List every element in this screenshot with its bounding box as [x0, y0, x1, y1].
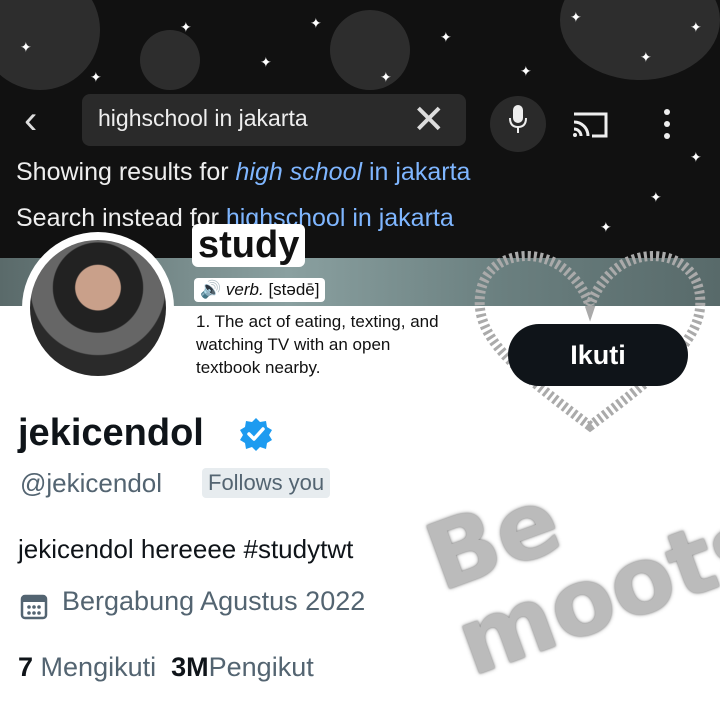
- mic-icon[interactable]: [509, 105, 527, 135]
- following-label[interactable]: Mengikuti: [41, 652, 157, 682]
- sparkle-decoration: ✦: [180, 19, 192, 35]
- clear-icon[interactable]: ✕: [412, 100, 446, 140]
- sticker-pos: 🔊 verb. [stədē]: [194, 278, 326, 302]
- follow-button[interactable]: Ikuti: [508, 324, 688, 386]
- cast-icon[interactable]: [570, 110, 610, 140]
- sparkle-decoration: ✦: [260, 54, 272, 70]
- join-date: Bergabung Agustus 2022: [62, 586, 366, 616]
- more-icon[interactable]: [660, 104, 674, 144]
- sticker-pos-label: verb.: [225, 280, 264, 299]
- corrected-query-link[interactable]: high school: [236, 158, 362, 186]
- sparkle-decoration: ✦: [690, 149, 702, 165]
- sparkle-decoration: ✦: [570, 9, 582, 25]
- sticker-definition: 1. The act of eating, texting, and watch…: [188, 306, 462, 383]
- search-input[interactable]: highschool in jakarta: [98, 105, 308, 132]
- bokeh-decoration: [140, 30, 200, 90]
- speaker-icon: 🔊: [200, 280, 222, 299]
- corrected-query-suffix[interactable]: in jakarta: [362, 158, 470, 186]
- sticker-word: study: [192, 224, 306, 267]
- sparkle-decoration: ✦: [310, 15, 322, 31]
- bokeh-decoration: [0, 0, 100, 90]
- sparkle-decoration: ✦: [520, 63, 532, 79]
- sparkle-decoration: ✦: [440, 29, 452, 45]
- sparkle-decoration: ✦: [640, 49, 652, 65]
- profile-bio: jekicendol hereeee #studytwt: [18, 534, 354, 564]
- back-icon[interactable]: ‹: [24, 98, 64, 142]
- showing-prefix: Showing results for: [16, 158, 236, 186]
- sparkle-decoration: ✦: [380, 69, 392, 85]
- followers-count[interactable]: 3M: [171, 652, 209, 682]
- avatar-photo: [30, 240, 166, 376]
- sparkle-decoration: ✦: [20, 39, 32, 55]
- sparkle-decoration: ✦: [650, 189, 662, 205]
- verified-icon: [240, 418, 272, 451]
- profile-name: jekicendol: [18, 412, 204, 454]
- sticker-pronunciation: [stədē]: [268, 280, 320, 299]
- followers-label[interactable]: Pengikut: [209, 652, 314, 682]
- bokeh-decoration: [560, 0, 720, 80]
- bokeh-decoration: [330, 10, 410, 90]
- follow-counts: 7 Mengikuti 3MPengikut: [18, 652, 314, 683]
- follows-you-badge: Follows you: [202, 468, 331, 498]
- calendar-icon: [20, 594, 48, 620]
- following-count[interactable]: 7: [18, 652, 33, 682]
- sparkle-decoration: ✦: [90, 69, 102, 85]
- sparkle-decoration: ✦: [600, 219, 612, 235]
- sparkle-decoration: ✦: [690, 19, 702, 35]
- profile-handle: @jekicendol: [20, 468, 163, 498]
- showing-results-text: Showing results for high school in jakar…: [16, 158, 470, 187]
